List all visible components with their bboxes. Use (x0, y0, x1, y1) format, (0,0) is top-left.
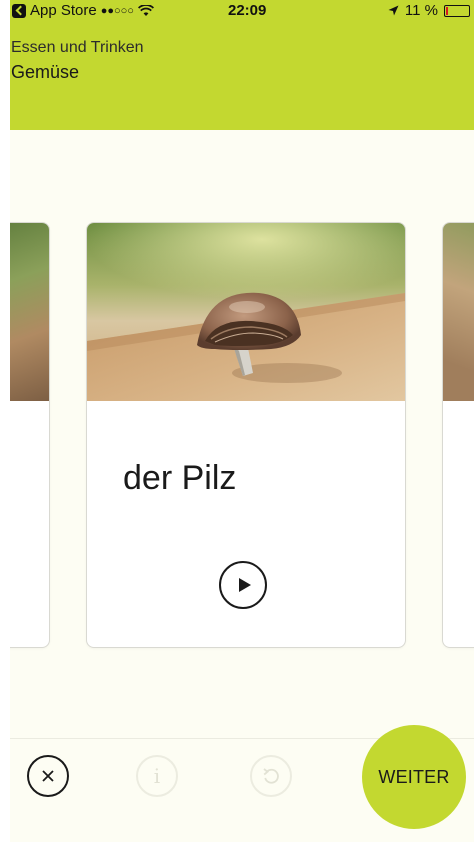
undo-icon (263, 768, 279, 784)
page-title: Gemüse (11, 62, 80, 82)
header: App Store ●●○○○ 22:09 11 % Essen und Tri… (10, 0, 474, 130)
back-arrow-icon[interactable] (12, 3, 26, 18)
info-button[interactable]: i (136, 755, 178, 797)
category-label: Essen und Trinken (11, 39, 144, 56)
close-icon (42, 770, 54, 782)
next-card-image (443, 223, 474, 401)
app-screen: App Store ●●○○○ 22:09 11 % Essen und Tri… (10, 0, 474, 842)
next-card[interactable] (442, 222, 474, 648)
bottom-toolbar: i WEITER (10, 725, 474, 842)
undo-button[interactable] (250, 755, 292, 797)
play-audio-button[interactable] (219, 561, 267, 609)
mushroom-photo (87, 223, 405, 401)
battery-level (446, 6, 448, 15)
wifi-icon (137, 4, 154, 17)
vocabulary-card[interactable]: der Pilz (86, 222, 406, 648)
close-button[interactable] (27, 755, 69, 797)
status-left[interactable]: App Store ●●○○○ (12, 2, 154, 19)
back-app-label[interactable]: App Store (30, 2, 97, 19)
previous-card[interactable] (10, 222, 50, 648)
next-button[interactable]: WEITER (362, 725, 466, 829)
status-time: 22:09 (228, 2, 267, 19)
signal-strength-icon: ●●○○○ (100, 4, 134, 17)
battery-percent: 11 % (404, 2, 438, 19)
status-right: 11 % (388, 2, 470, 19)
status-bar: App Store ●●○○○ 22:09 11 % (10, 0, 474, 22)
previous-card-image (10, 223, 49, 401)
battery-icon (444, 4, 470, 17)
play-icon (239, 578, 251, 592)
vocabulary-word: der Pilz (123, 459, 237, 497)
info-icon: i (153, 764, 161, 788)
location-arrow-icon (388, 5, 399, 16)
